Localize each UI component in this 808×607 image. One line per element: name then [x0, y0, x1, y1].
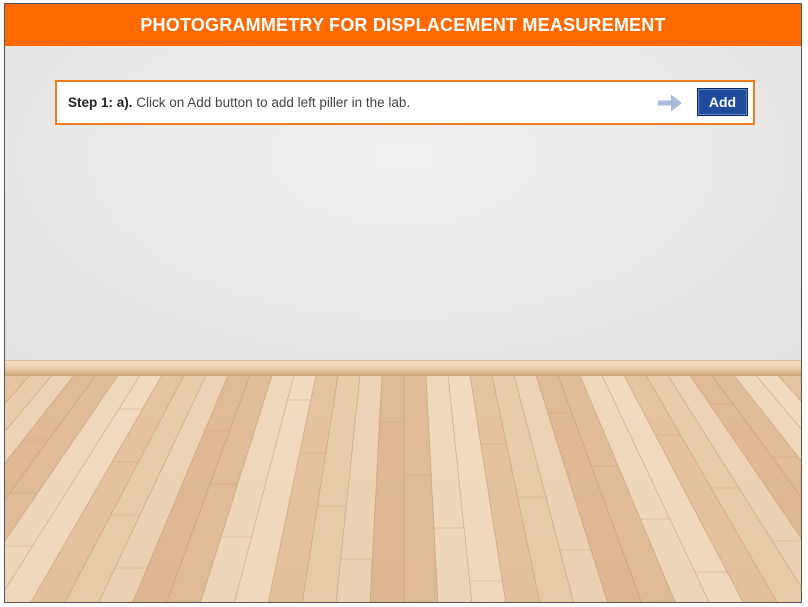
add-button[interactable]: Add — [697, 88, 748, 116]
lab-baseboard — [5, 360, 801, 377]
wooden-floor-planks — [5, 376, 801, 602]
arrow-right-icon — [658, 94, 682, 112]
step-description: Click on Add button to add left piller i… — [132, 95, 411, 110]
step-label: Step 1: a). — [68, 95, 133, 110]
instruction-text: Step 1: a). Click on Add button to add l… — [68, 82, 410, 123]
lab-floor — [5, 376, 801, 602]
page-title: PHOTOGRAMMETRY FOR DISPLACEMENT MEASUREM… — [5, 4, 801, 46]
instruction-box: Step 1: a). Click on Add button to add l… — [55, 80, 755, 125]
simulation-frame: PHOTOGRAMMETRY FOR DISPLACEMENT MEASUREM… — [4, 3, 802, 603]
